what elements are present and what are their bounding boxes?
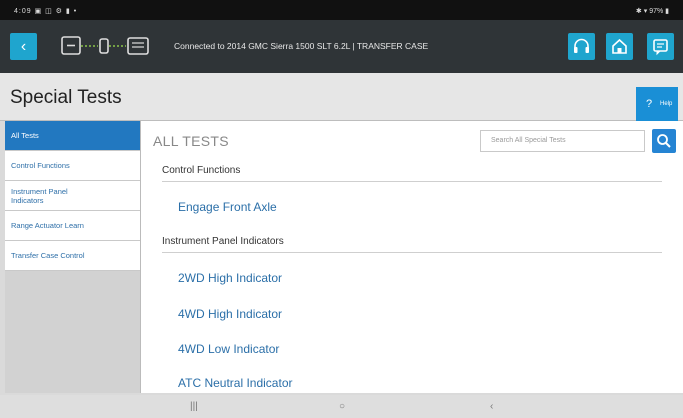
test-item[interactable]: 4WD Low Indicator [178, 342, 279, 356]
test-item[interactable]: Engage Front Axle [178, 200, 277, 214]
test-item[interactable]: ATC Neutral Indicator [178, 376, 293, 390]
app-bar: ‹ Connected to 2014 GMC Sierra 1500 SLT … [0, 20, 683, 93]
back-arrow-icon: ‹ [20, 38, 27, 55]
sidebar-item-label: Control Functions [11, 161, 70, 170]
sidebar-item-all-tests[interactable]: All Tests [5, 121, 140, 151]
tests-panel: ALL TESTS Search All Special Tests Contr… [141, 121, 683, 393]
divider [162, 252, 662, 253]
system-nav-bar: ||| ○ ‹ [0, 395, 683, 418]
support-button[interactable] [568, 33, 595, 60]
divider [162, 181, 662, 182]
sidebar-item-transfer-case-control[interactable]: Transfer Case Control [5, 241, 140, 271]
status-bar: 4:09 ▣ ◫ ⚙ ▮ • ✱ ▾ 97% ▮ [0, 0, 683, 20]
home-nav-button[interactable]: ○ [339, 401, 345, 412]
help-icon: ? [646, 98, 653, 110]
back-nav-button[interactable]: ‹ [490, 401, 493, 412]
vehicle-connection-icon [61, 36, 149, 55]
page-title: Special Tests [10, 87, 122, 108]
test-item[interactable]: 4WD High Indicator [178, 307, 282, 321]
status-right: ✱ ▾ 97% ▮ [635, 8, 669, 15]
sidebar-item-label: All Tests [11, 131, 39, 140]
help-button[interactable]: ? Help [636, 87, 678, 121]
sidebar-item-label: Transfer Case Control [11, 251, 85, 260]
status-left: 4:09 ▣ ◫ ⚙ ▮ • [14, 8, 78, 15]
home-button[interactable] [606, 33, 633, 60]
help-label: Help [660, 101, 673, 107]
search-input[interactable]: Search All Special Tests [480, 130, 645, 152]
test-item[interactable]: 2WD High Indicator [178, 271, 282, 285]
sidebar-item-label: Range Actuator Learn [11, 221, 84, 230]
title-bar: Special Tests ? Help [0, 73, 683, 121]
sidebar-item-range-actuator-learn[interactable]: Range Actuator Learn [5, 211, 140, 241]
back-button[interactable]: ‹ [10, 33, 37, 60]
sidebar-item-control-functions[interactable]: Control Functions [5, 151, 140, 181]
search-icon [657, 134, 671, 148]
recent-apps-button[interactable]: ||| [190, 401, 198, 412]
section-heading: ALL TESTS [153, 133, 229, 149]
home-icon [612, 38, 627, 54]
connection-status: Connected to 2014 GMC Sierra 1500 SLT 6.… [174, 41, 429, 51]
group-title: Control Functions [162, 165, 241, 176]
group-title: Instrument Panel Indicators [162, 236, 284, 247]
search-button[interactable] [652, 129, 676, 153]
sidebar-item-instrument-panel-indicators[interactable]: Instrument Panel Indicators [5, 181, 140, 211]
headset-icon [574, 38, 589, 53]
report-button[interactable] [647, 33, 674, 60]
sidebar-item-label: Instrument Panel Indicators [11, 186, 68, 205]
report-icon [653, 39, 668, 56]
sidebar: All Tests Control Functions Instrument P… [5, 121, 141, 393]
